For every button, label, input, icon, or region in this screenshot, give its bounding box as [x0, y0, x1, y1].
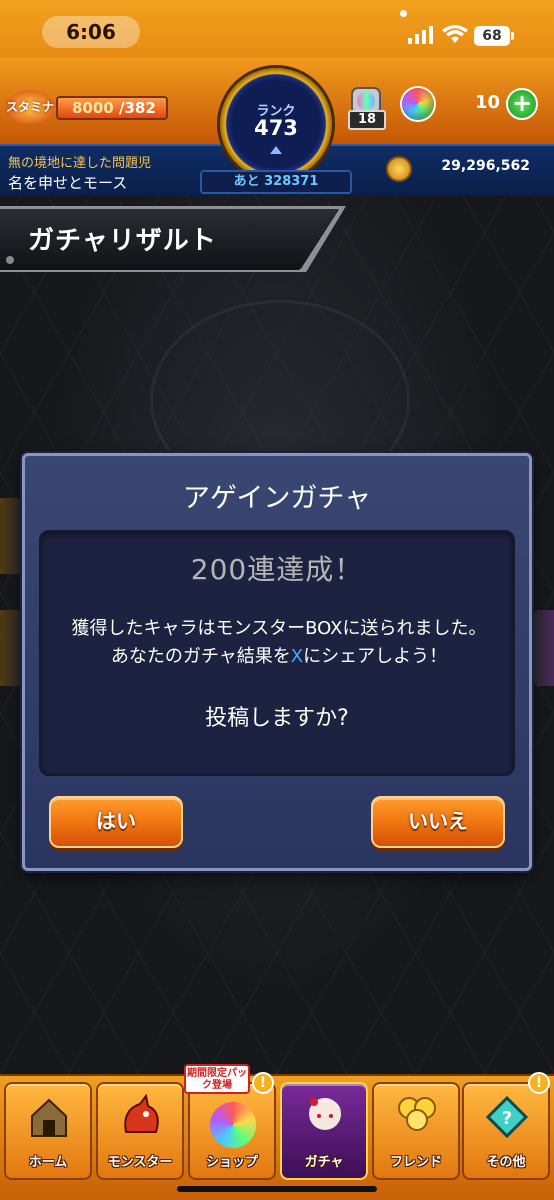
nav-friend[interactable]: フレンド	[372, 1082, 460, 1180]
x-platform-label: X	[290, 646, 304, 667]
privacy-dot-icon	[400, 10, 407, 17]
player-name: 名を申せとモース	[8, 174, 128, 192]
rank-ring[interactable]: ランク 473	[220, 68, 332, 180]
home-indicator[interactable]	[177, 1186, 377, 1192]
rank-value: 473	[254, 116, 298, 140]
nav-label: その他	[486, 1155, 526, 1170]
nav-home[interactable]: ホーム	[4, 1082, 92, 1180]
monster-icon	[124, 1093, 159, 1133]
nav-other[interactable]: ? その他	[462, 1082, 550, 1180]
player-title: 無の境地に達した問題児	[8, 156, 152, 171]
wifi-icon	[442, 25, 468, 43]
next-rank-exp: あと 328371	[200, 170, 352, 194]
dialog-message-line1: 獲得したキャラはモンスターBOXに送られました。	[71, 618, 487, 639]
yes-button[interactable]: はい	[49, 796, 183, 848]
orb-count: 10	[474, 92, 500, 113]
bottom-nav: ホーム モンスター ショップ ガチャ フレンド ? その他	[0, 1074, 554, 1200]
shop-alert-icon: !	[252, 1072, 274, 1094]
orb-icon	[402, 88, 434, 120]
nav-label: ガチャ	[304, 1155, 344, 1170]
stamina-value: 8000 /382	[72, 99, 156, 117]
nav-label: ショップ	[205, 1155, 258, 1170]
again-gacha-dialog: アゲインガチャ 200連達成！ 獲得したキャラはモンスターBOXに送られました。…	[22, 453, 532, 871]
no-button[interactable]: いいえ	[371, 796, 505, 848]
game-header: スタミナ 8000 /382 ランク 473 あと 328371 18 10 +…	[0, 58, 554, 198]
signal-icon	[408, 26, 433, 44]
side-card-left	[0, 498, 22, 574]
battery-icon: 68	[474, 26, 514, 46]
status-bar: 6:06 68	[0, 0, 554, 58]
rainbow-orb-icon	[210, 1102, 256, 1148]
limited-pack-badge: 期間限定パック登場	[184, 1064, 250, 1094]
nav-label: フレンド	[389, 1155, 442, 1170]
misc-icon: ?	[485, 1095, 529, 1139]
nav-shop[interactable]: ショップ	[188, 1082, 276, 1180]
banner-rivet-icon	[6, 256, 14, 264]
stamina-badge: スタミナ	[6, 90, 54, 124]
house-icon	[31, 1098, 67, 1137]
nav-label: ホーム	[28, 1155, 68, 1170]
dialog-message-panel: 200連達成！ 獲得したキャラはモンスターBOXに送られました。 あなたのガチャ…	[39, 530, 515, 776]
side-card-right	[532, 610, 554, 686]
clock: 6:06	[42, 16, 140, 48]
balloons-icon	[398, 1097, 436, 1131]
page-title: ガチャリザルト	[28, 226, 217, 256]
dialog-title: アゲインガチャ	[182, 483, 372, 514]
dialog-heading: 200連達成！	[190, 553, 364, 586]
side-card-left	[0, 610, 22, 686]
nav-gacha[interactable]: ガチャ	[280, 1082, 368, 1180]
dialog-message-line2: あなたのガチャ結果をXにシェアしよう！	[110, 646, 448, 667]
svg-text:?: ?	[502, 1108, 512, 1129]
nav-label: モンスター	[107, 1155, 173, 1170]
coin-count: 29,296,562	[441, 158, 530, 174]
other-alert-icon: !	[528, 1072, 550, 1094]
nav-monster[interactable]: モンスター	[96, 1082, 184, 1180]
dialog-question: 投稿しますか?	[205, 706, 349, 731]
buy-orbs-button[interactable]: +	[506, 88, 538, 120]
box-count: 18	[348, 110, 386, 130]
gacha-character-icon	[309, 1098, 341, 1130]
rank-arrow-icon	[270, 146, 282, 154]
coin-icon	[386, 156, 412, 182]
